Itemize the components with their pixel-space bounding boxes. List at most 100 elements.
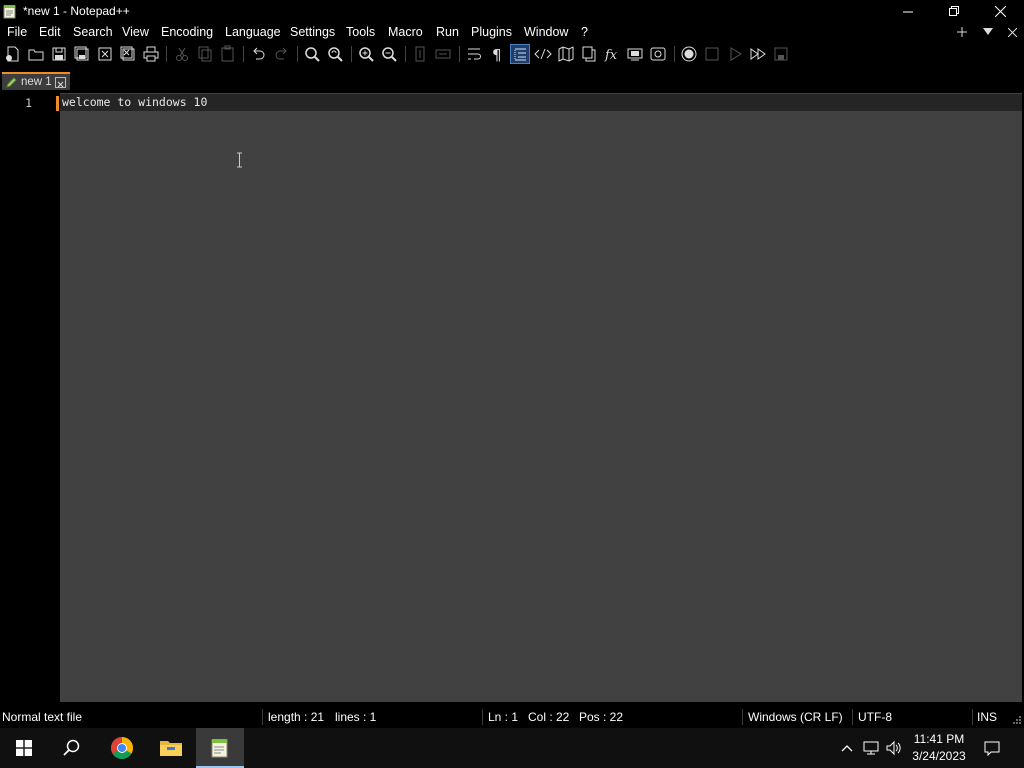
save-icon[interactable] bbox=[50, 45, 68, 63]
function-list-icon[interactable]: fx bbox=[603, 45, 621, 63]
tab-bar: new 1 bbox=[0, 68, 1024, 92]
save-macro-icon[interactable] bbox=[772, 45, 790, 63]
cut-icon[interactable] bbox=[173, 45, 191, 63]
start-icon bbox=[16, 740, 32, 756]
toolbar-separator bbox=[351, 46, 352, 62]
menu-file[interactable]: File bbox=[7, 25, 27, 39]
status-encoding[interactable]: UTF-8 bbox=[858, 710, 892, 724]
resize-grip-icon[interactable] bbox=[1012, 714, 1022, 728]
folder-as-workspace-icon[interactable] bbox=[626, 45, 644, 63]
search-icon bbox=[63, 739, 80, 756]
dropdown-arrow-icon[interactable] bbox=[980, 24, 996, 40]
menu-encoding[interactable]: Encoding bbox=[161, 25, 213, 39]
replace-icon[interactable] bbox=[326, 45, 344, 63]
sync-horizontal-icon[interactable] bbox=[434, 45, 452, 63]
zoom-out-icon[interactable] bbox=[380, 45, 398, 63]
status-bar: Normal text file length : 21 lines : 1 L… bbox=[0, 706, 1024, 728]
find-icon[interactable] bbox=[303, 45, 321, 63]
indent-guide-icon[interactable] bbox=[510, 44, 530, 64]
start-button[interactable] bbox=[0, 728, 48, 768]
minimize-button[interactable] bbox=[885, 0, 931, 22]
status-file-type: Normal text file bbox=[2, 710, 83, 724]
clock-time: 11:41 PM bbox=[913, 732, 965, 746]
taskbar-search-button[interactable] bbox=[48, 728, 96, 768]
status-divider bbox=[262, 709, 263, 725]
menu-edit[interactable]: Edit bbox=[39, 25, 61, 39]
restore-button[interactable] bbox=[931, 0, 977, 22]
line-number-gutter: 1 bbox=[2, 93, 54, 702]
menu-bar: File Edit Search View Encoding Language … bbox=[0, 22, 1024, 42]
menu-macro[interactable]: Macro bbox=[388, 25, 423, 39]
menu-window[interactable]: Window bbox=[524, 25, 568, 39]
show-all-characters-icon[interactable]: ¶ bbox=[488, 45, 506, 63]
close-icon[interactable] bbox=[96, 45, 114, 63]
toolbar-separator bbox=[297, 46, 298, 62]
run-macro-multiple-icon[interactable] bbox=[749, 45, 767, 63]
taskbar-chrome-button[interactable] bbox=[98, 728, 146, 768]
menu-search[interactable]: Search bbox=[73, 25, 113, 39]
close-icon[interactable] bbox=[1004, 24, 1020, 40]
toolbar-separator bbox=[243, 46, 244, 62]
network-icon[interactable] bbox=[860, 728, 882, 768]
undo-icon[interactable] bbox=[249, 45, 267, 63]
restore-icon bbox=[948, 5, 959, 16]
status-lines: lines : 1 bbox=[335, 710, 377, 724]
new-file-icon[interactable] bbox=[4, 45, 22, 63]
pencil-icon bbox=[6, 77, 17, 91]
menu-language[interactable]: Language bbox=[225, 25, 281, 39]
close-all-icon[interactable] bbox=[119, 45, 137, 63]
menu-plugins[interactable]: Plugins bbox=[471, 25, 512, 39]
editor-line-text[interactable]: welcome to windows 10 bbox=[62, 95, 207, 109]
notification-icon[interactable] bbox=[980, 728, 1004, 768]
open-file-icon[interactable] bbox=[27, 45, 45, 63]
title-bar: *new 1 - Notepad++ bbox=[0, 0, 1024, 22]
notepad-plus-plus-icon bbox=[3, 4, 17, 22]
document-map-icon[interactable] bbox=[557, 45, 575, 63]
close-window-button[interactable] bbox=[977, 0, 1023, 22]
xml-tags-icon[interactable] bbox=[534, 45, 552, 63]
status-eol[interactable]: Windows (CR LF) bbox=[748, 710, 843, 724]
volume-icon[interactable] bbox=[883, 728, 905, 768]
svg-text:fx: fx bbox=[604, 48, 618, 63]
sync-vertical-icon[interactable] bbox=[411, 45, 429, 63]
status-insert-mode[interactable]: INS bbox=[977, 710, 997, 724]
copy-icon[interactable] bbox=[196, 45, 214, 63]
taskbar-notepad-plus-plus-button[interactable] bbox=[196, 728, 244, 768]
line-number: 1 bbox=[25, 96, 32, 110]
record-macro-icon[interactable] bbox=[680, 45, 698, 63]
word-wrap-icon[interactable] bbox=[465, 45, 483, 63]
status-divider bbox=[482, 709, 483, 725]
redo-icon[interactable] bbox=[273, 45, 291, 63]
status-divider bbox=[742, 709, 743, 725]
toolbar-separator bbox=[166, 46, 167, 62]
menu-help[interactable]: ? bbox=[581, 25, 588, 39]
document-list-icon[interactable] bbox=[580, 45, 598, 63]
window-title: *new 1 - Notepad++ bbox=[23, 4, 130, 18]
paste-icon[interactable] bbox=[219, 45, 237, 63]
stop-recording-icon[interactable] bbox=[703, 45, 721, 63]
file-explorer-icon bbox=[160, 741, 182, 756]
zoom-in-icon[interactable] bbox=[357, 45, 375, 63]
status-length: length : 21 bbox=[268, 710, 325, 724]
status-ln: Ln : 1 bbox=[488, 710, 519, 724]
menu-settings[interactable]: Settings bbox=[290, 25, 335, 39]
play-macro-icon[interactable] bbox=[726, 45, 744, 63]
save-all-icon[interactable] bbox=[73, 45, 91, 63]
status-pos: Pos : 22 bbox=[579, 710, 624, 724]
plus-icon[interactable] bbox=[954, 24, 970, 40]
menu-view[interactable]: View bbox=[122, 25, 149, 39]
menu-run[interactable]: Run bbox=[436, 25, 459, 39]
toolbar: ¶ fx bbox=[0, 42, 1024, 66]
tab-new-1[interactable]: new 1 bbox=[2, 72, 70, 90]
chrome-icon bbox=[111, 737, 133, 759]
fold-margin[interactable] bbox=[54, 93, 60, 702]
minimize-icon bbox=[902, 11, 913, 12]
editor[interactable]: 1 welcome to windows 10 bbox=[2, 93, 1022, 702]
monitoring-icon[interactable] bbox=[649, 45, 667, 63]
taskbar-clock[interactable]: 11:41 PM 3/24/2023 bbox=[908, 731, 970, 765]
taskbar-file-explorer-button[interactable] bbox=[147, 728, 195, 768]
print-icon[interactable] bbox=[142, 45, 160, 63]
menu-tools[interactable]: Tools bbox=[346, 25, 375, 39]
tab-close-icon[interactable] bbox=[55, 77, 66, 88]
show-hidden-icons-chevron[interactable] bbox=[836, 728, 858, 768]
